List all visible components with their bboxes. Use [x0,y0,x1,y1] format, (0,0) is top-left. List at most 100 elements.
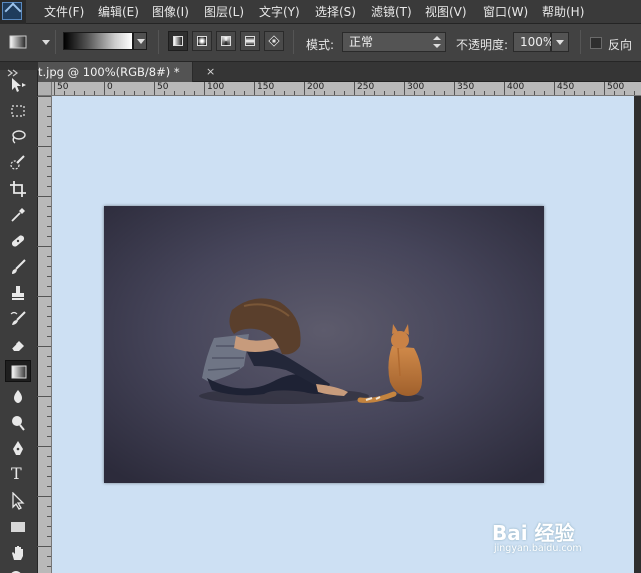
ruler-tick [254,82,255,95]
ruler-tick [604,82,605,95]
ruler-tick [47,326,51,327]
ruler-tick [37,196,51,197]
menu-help[interactable]: 帮助(H) [542,3,584,20]
history-brush-tool-icon[interactable] [5,308,31,330]
menu-type[interactable]: 文字(Y) [259,3,300,20]
move-tool-icon[interactable] [5,74,31,96]
menu-select[interactable]: 选择(S) [315,3,356,20]
tool-preset-dropdown-icon[interactable] [40,39,52,47]
ruler-tick-label: 400 [507,82,525,92]
ruler-minor-tick [74,91,75,95]
tool-preset-icon[interactable] [8,32,30,52]
clone-stamp-tool-icon[interactable] [5,282,31,304]
ruler-minor-tick [214,91,215,95]
close-tab-icon[interactable]: × [206,65,215,78]
ruler-minor-tick [374,91,375,95]
ruler-minor-tick [534,91,535,95]
pen-tool-icon[interactable] [5,438,31,460]
dodge-tool-icon[interactable] [5,412,31,434]
opacity-dropdown-icon[interactable] [551,32,569,52]
ruler-tick [47,266,51,267]
reflected-gradient-button[interactable] [240,31,260,51]
ruler-minor-tick [584,91,585,95]
ruler-minor-tick [114,91,115,95]
menu-layer[interactable]: 图层(L) [204,3,244,20]
ruler-tick [47,526,51,527]
marquee-tool-icon[interactable] [5,100,31,122]
ruler-minor-tick [164,91,165,95]
menu-filter[interactable]: 滤镜(T) [371,3,412,20]
quick-selection-tool-icon[interactable] [5,152,31,174]
blur-tool-icon[interactable] [5,386,31,408]
ruler-minor-tick [384,91,385,95]
mode-select[interactable]: 正常 [342,32,446,52]
ruler-minor-tick [344,91,345,95]
ruler-corner [38,82,52,96]
ruler-minor-tick [294,91,295,95]
ruler-tick-label: 250 [357,82,375,92]
gradient-editor-swatch[interactable] [63,32,133,50]
ruler-minor-tick [474,91,475,95]
crop-tool-icon[interactable] [5,178,31,200]
ruler-tick [47,386,51,387]
photoshop-logo-icon[interactable] [0,0,26,24]
ruler-tick [47,476,51,477]
diamond-gradient-button[interactable] [264,31,284,51]
ruler-minor-tick [594,91,595,95]
ruler-tick [354,82,355,95]
opacity-label: 不透明度: [456,38,509,52]
radial-gradient-button[interactable] [192,31,212,51]
zoom-tool-icon[interactable] [5,568,31,573]
angle-gradient-button[interactable] [216,31,236,51]
ruler-minor-tick [334,91,335,95]
menu-window[interactable]: 窗口(W) [483,3,528,20]
ruler-tick [47,566,51,567]
ruler-tick [47,186,51,187]
ruler-tick-label: 450 [557,82,575,92]
linear-gradient-button[interactable] [168,31,188,51]
type-tool-glyph: T [11,464,22,483]
hand-tool-icon[interactable] [5,542,31,564]
ruler-tick [37,96,51,97]
ruler-tick [37,446,51,447]
ruler-minor-tick [444,91,445,95]
toolbox-grip[interactable] [0,62,38,77]
ruler-minor-tick [434,91,435,95]
rectangle-tool-icon[interactable] [5,516,31,538]
document-tab[interactable]: t.jpg @ 100%(RGB/8#) * [38,62,193,82]
eyedropper-tool-icon[interactable] [5,204,31,226]
eraser-tool-icon[interactable] [5,334,31,356]
ruler-tick [47,106,51,107]
ruler-tick [54,82,55,95]
ruler-minor-tick [264,91,265,95]
ruler-tick [47,466,51,467]
gradient-tool-icon[interactable] [5,360,31,382]
ruler-minor-tick [624,91,625,95]
menu-file[interactable]: 文件(F) [44,3,84,20]
vertical-ruler[interactable] [37,96,52,573]
ruler-minor-tick [364,91,365,95]
brush-tool-icon[interactable] [5,256,31,278]
menu-image[interactable]: 图像(I) [152,3,189,20]
horizontal-ruler[interactable]: 50 0 50 100 150 200 250 300 350 400 450 500 [52,82,641,96]
opacity-input[interactable]: 100% [513,32,554,52]
gradient-picker-dropdown-icon[interactable] [133,32,147,50]
menu-edit[interactable]: 编辑(E) [98,3,139,20]
menu-view[interactable]: 视图(V) [425,3,467,20]
ruler-minor-tick [134,91,135,95]
healing-brush-tool-icon[interactable] [5,230,31,252]
document-tab-title: t.jpg @ 100%(RGB/8#) * [38,65,180,79]
ruler-tick [47,486,51,487]
path-selection-tool-icon[interactable] [5,490,31,512]
divider [580,30,581,54]
ruler-tick [204,82,205,95]
reverse-checkbox[interactable] [590,37,602,49]
lasso-tool-icon[interactable] [5,126,31,148]
ruler-tick [47,556,51,557]
ruler-tick-label: 350 [457,82,475,92]
document-image[interactable] [104,206,544,483]
ruler-tick [47,226,51,227]
menu-bar: 文件(F) 编辑(E) 图像(I) 图层(L) 文字(Y) 选择(S) 滤镜(T… [0,0,641,24]
type-tool-icon[interactable]: T [5,464,31,486]
ruler-tick [47,366,51,367]
